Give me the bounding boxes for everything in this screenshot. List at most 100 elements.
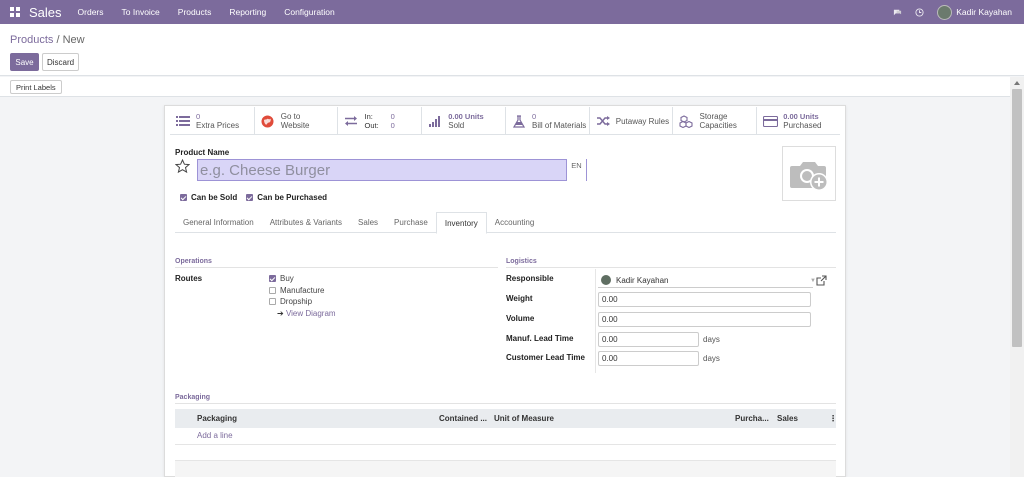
route-manufacture-checkbox[interactable] (269, 287, 276, 294)
volume-input[interactable]: 0.00 (598, 312, 811, 327)
route-buy-checkbox[interactable] (269, 275, 276, 282)
bill-of-materials-button[interactable]: 0 Bill of Materials (504, 107, 589, 135)
discard-button[interactable]: Discard (42, 53, 79, 71)
top-navbar: Sales Orders To Invoice Products Reporti… (0, 0, 1024, 24)
purchased-value: 0.00 Units (783, 111, 819, 121)
sold-value: 0.00 Units (448, 111, 484, 121)
purchased-button[interactable]: 0.00 Units Purchased (756, 107, 840, 135)
can-be-purchased-label[interactable]: Can be Purchased (257, 193, 327, 202)
route-manufacture[interactable]: Manufacture (269, 286, 324, 295)
responsible-value: Kadir Kayahan (616, 275, 669, 285)
menu-reporting[interactable]: Reporting (229, 7, 266, 17)
save-button[interactable]: Save (10, 53, 39, 71)
page-scrollbar[interactable] (1010, 77, 1024, 477)
col-contained-quantity[interactable]: Contained ... (439, 414, 487, 423)
form-statusbar: Print Labels (0, 77, 1010, 97)
bar-chart-icon (427, 113, 443, 129)
camera-plus-icon (790, 161, 828, 191)
breadcrumb-products[interactable]: Products (10, 34, 53, 46)
print-labels-button[interactable]: Print Labels (10, 80, 62, 94)
form-sheet: 0 Extra Prices Go to Website In: 0 Out: 0 0.… (164, 105, 846, 477)
weight-input[interactable]: 0.00 (598, 292, 811, 307)
packaging-table: Packaging Contained ... Unit of Measure … (175, 409, 837, 445)
logistics-column-divider (595, 269, 596, 373)
website-label: Website (280, 121, 310, 130)
route-buy-label[interactable]: Buy (280, 274, 294, 283)
col-unit-of-measure[interactable]: Unit of Measure (494, 414, 554, 423)
app-name[interactable]: Sales (29, 5, 62, 20)
can-be-sold-label[interactable]: Can be Sold (191, 193, 237, 202)
route-dropship-label[interactable]: Dropship (280, 297, 312, 306)
scroll-up-arrow-icon[interactable] (1014, 81, 1020, 85)
col-sales[interactable]: Sales (777, 414, 798, 423)
form-tabs: General Information Attributes & Variant… (175, 212, 836, 234)
route-buy[interactable]: Buy (269, 274, 294, 283)
can-be-purchased-checkbox[interactable] (246, 194, 254, 201)
column-options-icon[interactable]: ⋮ (829, 414, 837, 423)
apps-menu-icon[interactable] (10, 7, 20, 17)
product-name-input[interactable]: e.g. Cheese Burger (197, 159, 567, 181)
manuf-lead-time-input[interactable]: 0.00 (598, 332, 699, 347)
view-diagram-label[interactable]: View Diagram (286, 309, 336, 318)
storage-label: Storage (699, 111, 728, 121)
external-link-icon[interactable] (816, 275, 827, 286)
chat-icon[interactable] (893, 8, 902, 17)
logistics-section-title: Logistics (506, 258, 537, 265)
go-to-label: Go to (280, 111, 301, 121)
breadcrumb-current: New (62, 34, 85, 46)
favorite-star-icon[interactable] (175, 159, 190, 174)
go-to-website-button[interactable]: Go to Website (253, 107, 338, 135)
menu-to-invoice[interactable]: To Invoice (122, 7, 160, 17)
menu-configuration[interactable]: Configuration (284, 7, 335, 17)
view-diagram-link[interactable]: ➔ View Diagram (277, 309, 336, 318)
scroll-thumb[interactable] (1012, 89, 1022, 347)
customer-lead-time-label: Customer Lead Time (506, 353, 585, 362)
product-image-upload[interactable] (782, 146, 836, 201)
customer-lead-time-input[interactable]: 0.00 (598, 351, 699, 366)
breadcrumb-separator: / (53, 34, 63, 46)
sold-button[interactable]: 0.00 Units Sold (421, 107, 505, 135)
storage-capacities-button[interactable]: Storage Capacities (672, 107, 756, 135)
exchange-icon (343, 113, 359, 129)
menu-products[interactable]: Products (178, 7, 212, 17)
random-icon (595, 113, 611, 129)
tab-accounting[interactable]: Accounting (487, 212, 543, 233)
responsible-avatar (601, 275, 611, 285)
tab-attributes-variants[interactable]: Attributes & Variants (262, 212, 350, 233)
putaway-rules-button[interactable]: Putaway Rules (588, 107, 673, 135)
putaway-rules-label: Putaway Rules (615, 116, 670, 126)
user-name[interactable]: Kadir Kayahan (956, 7, 1012, 17)
list-icon (175, 113, 191, 129)
extra-prices-count: 0 (196, 111, 201, 121)
out-value: 0 (390, 121, 395, 130)
weight-label: Weight (506, 294, 533, 303)
credit-card-icon (762, 113, 778, 129)
capacities-label: Capacities (699, 121, 737, 130)
responsible-label: Responsible (506, 274, 554, 283)
extra-prices-button[interactable]: 0 Extra Prices (170, 107, 254, 135)
cubes-icon (678, 113, 694, 129)
route-dropship[interactable]: Dropship (269, 297, 312, 306)
avatar[interactable] (937, 4, 953, 20)
responsible-field[interactable]: Kadir Kayahan (598, 273, 813, 288)
menu-orders[interactable]: Orders (78, 7, 104, 17)
col-purchase[interactable]: Purcha... (735, 414, 769, 423)
route-manufacture-label[interactable]: Manufacture (280, 286, 324, 295)
can-be-sold-checkbox[interactable] (180, 194, 187, 201)
bom-count: 0 (531, 111, 537, 121)
arrow-right-icon: ➔ (277, 309, 284, 318)
tab-inventory[interactable]: Inventory (435, 212, 487, 234)
smart-button-box: 0 Extra Prices Go to Website In: 0 Out: 0 0.… (170, 107, 840, 135)
flask-icon (511, 113, 527, 129)
tab-general-information[interactable]: General Information (175, 212, 262, 233)
route-dropship-checkbox[interactable] (269, 298, 276, 305)
packaging-section-title: Packaging (175, 394, 211, 401)
col-packaging[interactable]: Packaging (197, 414, 237, 423)
add-a-line-link[interactable]: Add a line (197, 431, 233, 440)
clock-icon[interactable] (915, 7, 924, 17)
bom-label: Bill of Materials (531, 121, 587, 130)
in-out-button[interactable]: In: 0 Out: 0 (337, 107, 421, 135)
tab-sales[interactable]: Sales (350, 212, 386, 233)
language-button[interactable]: EN (567, 159, 587, 181)
tab-purchase[interactable]: Purchase (386, 212, 436, 233)
